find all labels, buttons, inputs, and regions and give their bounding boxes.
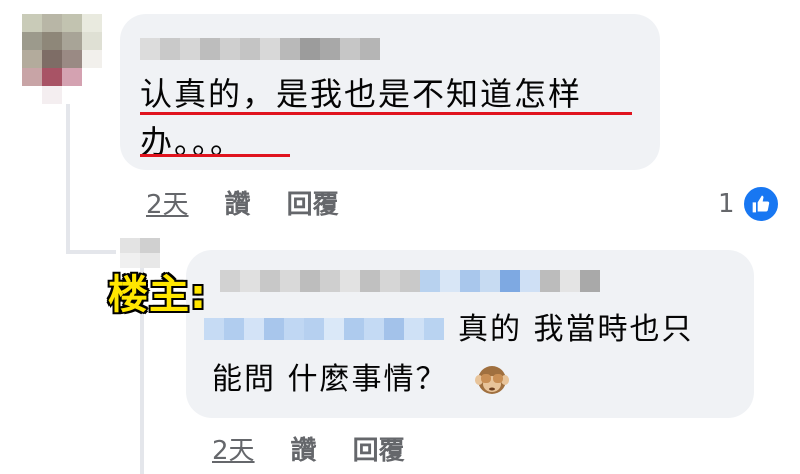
reaction-count: 1 bbox=[718, 189, 735, 219]
op-label: 楼主: bbox=[107, 271, 208, 320]
thumbs-up-icon bbox=[740, 184, 781, 224]
author-name-blurred[interactable] bbox=[220, 270, 600, 292]
like-button[interactable]: 讚 bbox=[291, 430, 317, 467]
reply-button[interactable]: 回覆 bbox=[353, 430, 405, 467]
comment-actions: 2天 讚 回覆 bbox=[146, 184, 375, 221]
comment-text-line2: 办。。。 bbox=[140, 123, 245, 161]
reaction-summary[interactable]: 1 bbox=[718, 184, 781, 224]
like-button[interactable]: 讚 bbox=[225, 184, 251, 221]
thread-line-branch bbox=[66, 250, 116, 254]
mention-name-blurred[interactable] bbox=[204, 318, 444, 340]
comment-text: 认真的，是我也是不知道怎样 办。。。 bbox=[140, 70, 650, 166]
see-no-evil-monkey-icon bbox=[473, 364, 511, 398]
reply-text-line2-text: 能問 什麼事情？ bbox=[212, 362, 448, 397]
thread-line bbox=[66, 104, 70, 254]
author-name-blurred[interactable] bbox=[140, 38, 380, 60]
reply-text-line2: 能問 什麼事情？ bbox=[212, 358, 511, 402]
timestamp-link[interactable]: 2天 bbox=[212, 430, 255, 467]
reply-text-line1: 真的 我當時也只 bbox=[458, 312, 694, 347]
red-underline bbox=[140, 154, 290, 157]
comment-text-line1: 认真的，是我也是不知道怎样 bbox=[140, 75, 583, 113]
red-underline bbox=[140, 112, 632, 115]
reply-actions: 2天 讚 回覆 bbox=[212, 430, 441, 467]
timestamp-link[interactable]: 2天 bbox=[146, 184, 189, 221]
reply-button[interactable]: 回覆 bbox=[287, 184, 339, 221]
avatar[interactable] bbox=[22, 14, 102, 104]
